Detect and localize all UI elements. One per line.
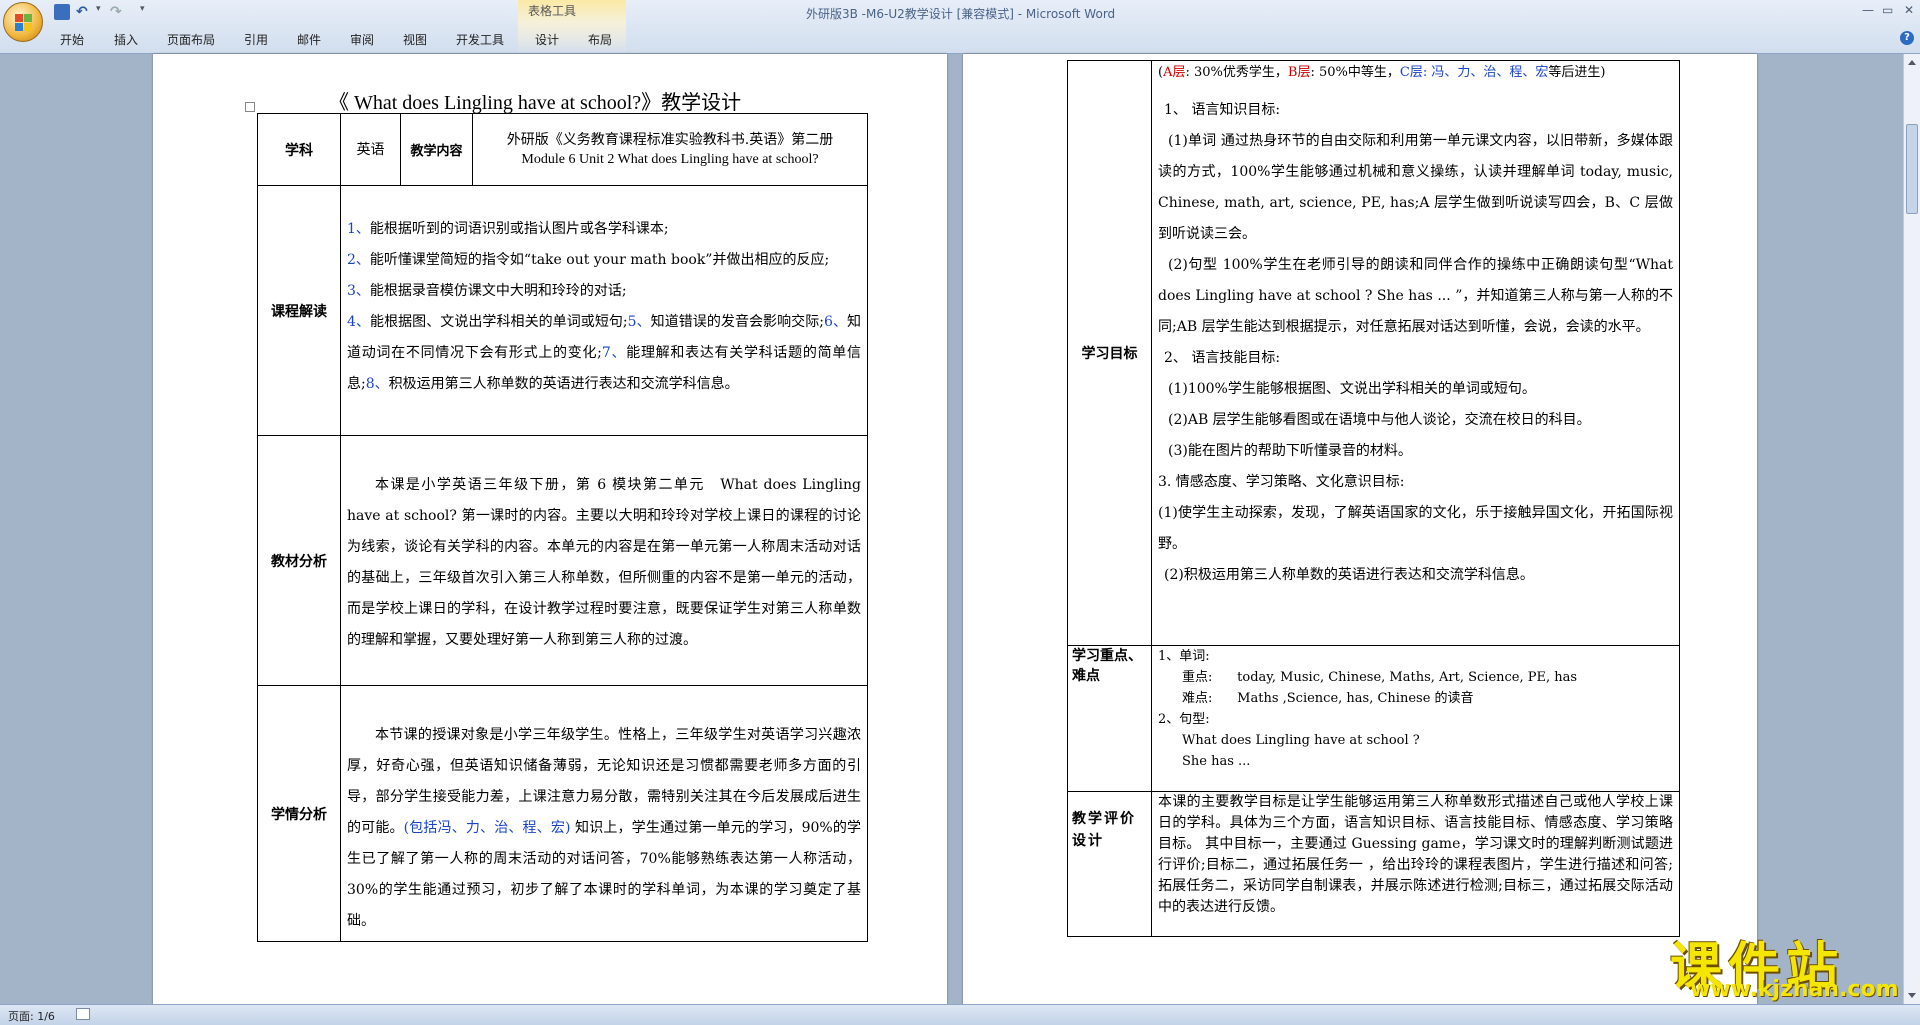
watermark-url: www.kjzhan.com	[1690, 977, 1899, 1002]
list-item: 1、能根据听到的词语识别或指认图片或各学科课本;	[347, 221, 669, 237]
goal-line: (1)100%学生能够根据图、文说出学科相关的单词或短句。	[1168, 381, 1536, 397]
students-label: 学情分析	[257, 685, 341, 942]
tab-references[interactable]: 引用	[244, 31, 268, 48]
table-row: 教学评价设计 本课的主要教学目标是让学生能够运用第三人称单数形式描述自己或他人学…	[1067, 791, 1680, 937]
proofing-icon[interactable]	[76, 1008, 90, 1020]
table-row: 教材分析 本课是小学英语三年级下册，第 6 模块第二单元 What does L…	[257, 435, 868, 686]
list-item: 4、能根据图、文说出学科相关的单词或短句;5、知道错误的发音会影响交际;6、知道…	[347, 314, 861, 392]
undo-icon[interactable]: ↶	[76, 4, 92, 20]
lesson-table: 学科 英语 教学内容 外研版《义务教育课程标准实验教科书.英语》第二册 Modu…	[257, 113, 868, 942]
window-title: 外研版3B -M6-U2教学设计 [兼容模式] - Microsoft Word	[806, 7, 1116, 21]
goal-line: 1、 语言知识目标:	[1164, 102, 1281, 118]
vertical-scrollbar[interactable]	[1903, 54, 1920, 1004]
subject-label: 学科	[257, 113, 341, 186]
tab-review[interactable]: 审阅	[350, 31, 374, 48]
table-move-handle-icon[interactable]	[245, 102, 255, 112]
key-line: 重点: today, Music, Chinese, Maths, Art, S…	[1182, 670, 1578, 685]
list-item: 3、能根据录音模仿课文中大明和玲玲的对话;	[347, 283, 627, 299]
contextual-tab-group-label: 表格工具	[528, 4, 577, 18]
content-value: 外研版《义务教育课程标准实验教科书.英语》第二册 Module 6 Unit 2…	[472, 113, 868, 186]
content-line-1: 外研版《义务教育课程标准实验教科书.英语》第二册	[506, 131, 834, 148]
tab-table-design[interactable]: 设计	[535, 31, 559, 48]
scroll-down-icon[interactable]	[1908, 993, 1916, 998]
goal-line: 2、 语言技能目标:	[1164, 350, 1281, 366]
office-logo-icon	[15, 14, 33, 32]
evaluation-content: 本课的主要教学目标是让学生能够运用第三人称单数形式描述自己或他人学校上课日的学科…	[1151, 791, 1680, 937]
subject-value: 英语	[340, 113, 401, 186]
table-row: 学情分析 本节课的授课对象是小学三年级学生。性格上，三年级学生对英语学习兴趣浓厚…	[257, 685, 868, 942]
tab-developer[interactable]: 开发工具	[456, 31, 504, 48]
office-button[interactable]	[3, 2, 43, 42]
table-row: 学习目标 (A层: 30%优秀学生，B层: 50%中等生，C层: 冯、力、治、程…	[1067, 60, 1680, 646]
key-line: 2、句型:	[1158, 712, 1210, 727]
scroll-up-icon[interactable]	[1908, 60, 1916, 65]
save-icon[interactable]	[54, 4, 70, 20]
table-row: 学习重点、难点 1、单词: 重点: today, Music, Chinese,…	[1067, 645, 1680, 792]
site-watermark: 课件站 www.kjzhan.com	[1666, 925, 1902, 1005]
close-button[interactable]: ✕	[1904, 3, 1914, 17]
page-counter[interactable]: 页面: 1/6	[8, 1008, 55, 1024]
goal-line: (1)单词 通过热身环节的自由交际和利用第一单元课文内容，以旧带新，多媒体跟读的…	[1158, 133, 1673, 242]
goals-table: 学习目标 (A层: 30%优秀学生，B层: 50%中等生，C层: 冯、力、治、程…	[1067, 60, 1680, 937]
customize-toolbar-icon[interactable]: ▾	[140, 4, 156, 20]
key-line: She has ...	[1182, 754, 1251, 769]
document-page-2[interactable]: 学习目标 (A层: 30%优秀学生，B层: 50%中等生，C层: 冯、力、治、程…	[963, 54, 1757, 1004]
content-line-2: Module 6 Unit 2 What does Lingling have …	[521, 151, 819, 167]
levels-line: (A层: 30%优秀学生，B层: 50%中等生，C层: 冯、力、治、程、宏等后进…	[1158, 65, 1606, 80]
tab-insert[interactable]: 插入	[114, 31, 138, 48]
goals-label: 学习目标	[1067, 60, 1152, 646]
tab-mailings[interactable]: 邮件	[297, 31, 321, 48]
page-title: 《 What does Lingling have at school?》教学设…	[329, 92, 742, 114]
scroll-thumb[interactable]	[1906, 124, 1918, 214]
minimize-button[interactable]: —	[1862, 3, 1874, 17]
goal-line: (2)AB 层学生能够看图或在语境中与他人谈论，交流在校日的科目。	[1168, 412, 1591, 428]
tab-table-layout[interactable]: 布局	[588, 31, 612, 48]
table-row: 课程解读 1、能根据听到的词语识别或指认图片或各学科课本; 2、能听懂课堂简短的…	[257, 185, 868, 436]
content-label: 教学内容	[400, 113, 473, 186]
list-item: 2、能听懂课堂简短的指令如“take out your math book”并做…	[347, 252, 830, 268]
goal-line: (3)能在图片的帮助下听懂录音的材料。	[1168, 443, 1412, 459]
goal-line: 3. 情感态度、学习策略、文化意识目标:	[1158, 474, 1405, 490]
maximize-button[interactable]: ▭	[1882, 3, 1893, 17]
ribbon: ↶ ▾ ↷ ▾ 表格工具 外研版3B -M6-U2教学设计 [兼容模式] - M…	[0, 0, 1920, 54]
tab-page-layout[interactable]: 页面布局	[167, 31, 215, 48]
students-content: 本节课的授课对象是小学三年级学生。性格上，三年级学生对英语学习兴趣浓厚，好奇心强…	[340, 685, 868, 942]
table-row: 学科 英语 教学内容 外研版《义务教育课程标准实验教科书.英语》第二册 Modu…	[257, 113, 868, 186]
help-icon[interactable]: ?	[1900, 31, 1914, 45]
goals-content: (A层: 30%优秀学生，B层: 50%中等生，C层: 冯、力、治、程、宏等后进…	[1151, 60, 1680, 646]
status-bar: 页面: 1/6	[0, 1004, 1920, 1025]
tab-home[interactable]: 开始	[60, 31, 84, 48]
textbook-label: 教材分析	[257, 435, 341, 686]
document-page-1[interactable]: 《 What does Lingling have at school?》教学设…	[153, 54, 947, 1004]
key-points-label: 学习重点、难点	[1067, 645, 1152, 792]
course-content: 1、能根据听到的词语识别或指认图片或各学科课本; 2、能听懂课堂简短的指令如“t…	[340, 185, 868, 436]
goal-line: (1)使学生主动探索，发现，了解英语国家的文化，乐于接触异国文化，开拓国际视野。	[1158, 505, 1673, 552]
key-line: What does Lingling have at school ?	[1182, 733, 1420, 748]
course-label: 课程解读	[257, 185, 341, 436]
goal-line: (2)积极运用第三人称单数的英语进行表达和交流学科信息。	[1164, 567, 1534, 583]
key-points-content: 1、单词: 重点: today, Music, Chinese, Maths, …	[1151, 645, 1680, 792]
goal-line: (2)句型 100%学生在老师引导的朗读和同伴合作的操练中正确朗读句型“What…	[1158, 257, 1673, 335]
evaluation-label: 教学评价设计	[1067, 791, 1152, 937]
textbook-content: 本课是小学英语三年级下册，第 6 模块第二单元 What does Lingli…	[340, 435, 868, 686]
tab-view[interactable]: 视图	[403, 31, 427, 48]
key-line: 难点: Maths ,Science, has, Chinese 的读音	[1182, 691, 1474, 706]
key-line: 1、单词:	[1158, 649, 1210, 664]
redo-icon[interactable]: ↷	[110, 4, 126, 20]
